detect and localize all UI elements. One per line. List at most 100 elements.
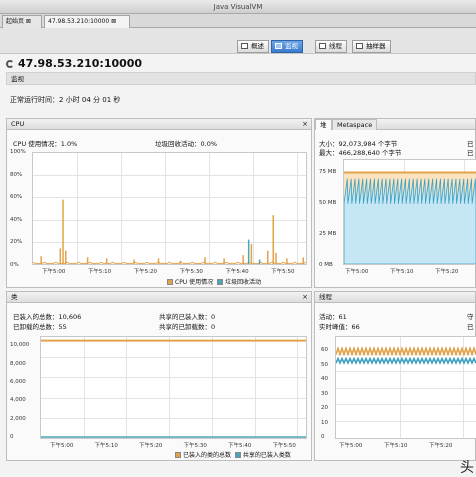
tab-heap[interactable]: 堆	[315, 119, 332, 130]
overview-icon	[241, 43, 248, 49]
classes-x-tick-label: 下午5:20	[139, 443, 163, 449]
tab-monitor-label: 监视	[285, 42, 298, 50]
threads-y-tick-label: 50	[321, 361, 328, 368]
threads-y-tick-label: 20	[321, 405, 328, 412]
classes-y-tick-label: 8,000	[10, 360, 26, 367]
peak-threads-value: 实时峰值：66	[319, 323, 360, 331]
cpu-y-tick-label: 40%	[10, 216, 23, 223]
classes-y-tick-label: 10,000	[10, 342, 30, 349]
window-title: Java VisualVM	[213, 3, 263, 11]
document-tab-bar: 起始页 ⊠ 47.98.53.210:10000 ⊠	[0, 14, 476, 28]
classes-chart	[40, 336, 307, 439]
tab-metaspace-label: Metaspace	[337, 121, 373, 129]
heap-chart-plot	[344, 171, 476, 264]
loaded-legend-label: 已装入的类的总数	[183, 452, 232, 459]
heap-x-tick-label: 下午5:10	[390, 269, 414, 275]
classes-close-icon[interactable]: ×	[302, 292, 308, 302]
classes-y-tick-label: 4,000	[10, 397, 26, 404]
heap-x-tick-label: 下午5:00	[345, 269, 369, 275]
live-threads-line	[336, 346, 476, 357]
cpu-chart-plot	[33, 199, 306, 264]
classes-y-tick-label: 6,000	[10, 378, 26, 385]
classes-panel-title: 类	[11, 293, 18, 301]
cpu-y-tick-label: 60%	[10, 194, 23, 201]
classes-x-tick-label: 下午5:50	[272, 443, 296, 449]
tab-remote-host[interactable]: 47.98.53.210:10000 ⊠	[44, 15, 130, 28]
heap-y-tick-label: 50 MB	[319, 199, 337, 206]
cpu-legend: CPU 使用情况 垃圾回收活动	[167, 277, 261, 286]
daemon-threads-line	[336, 356, 476, 365]
view-toolbar: 概述 监视 线程 抽样器	[0, 28, 476, 54]
tab-sampler-label: 抽样器	[366, 42, 386, 50]
tab-start-page[interactable]: 起始页 ⊠	[2, 15, 42, 28]
gc-legend-label: 垃圾回收活动	[224, 279, 261, 286]
refresh-icon[interactable]	[6, 60, 14, 68]
heap-x-tick-label: 下午5:20	[435, 269, 459, 275]
threads-chart	[335, 336, 476, 439]
threads-chart-plot	[336, 346, 476, 365]
cpu-x-tick-label: 下午5:00	[42, 269, 66, 275]
cpu-x-tick-label: 下午5:40	[225, 269, 249, 275]
tab-metaspace[interactable]: Metaspace	[332, 119, 378, 130]
cpu-close-icon[interactable]: ×	[302, 119, 308, 129]
heap-panel-header: 堆 Metaspace	[315, 119, 475, 130]
classes-y-tick-label: 0	[10, 434, 14, 440]
cpu-y-tick-label: 0%	[10, 262, 19, 268]
threads-panel-title: 线程	[319, 293, 332, 301]
classes-x-tick-label: 下午5:40	[228, 443, 252, 449]
heap-y-tick-label: 75 MB	[319, 168, 337, 175]
threads-x-tick-label: 下午5:20	[429, 443, 453, 449]
threads-y-tick-label: 0	[321, 434, 325, 440]
classes-panel: 类 × 已装入的总数：10,606 已卸载的总数：55 共享的已装入数：0 共享…	[6, 291, 312, 461]
classes-chart-plot	[41, 339, 306, 438]
cpu-legend-label: CPU 使用情况	[175, 279, 214, 286]
tab-overview-label: 概述	[251, 42, 264, 50]
tab-start-page-label: 起始页 ⊠	[6, 18, 31, 25]
cpu-x-tick-label: 下午5:20	[133, 269, 158, 275]
shared-legend-swatch	[234, 452, 241, 458]
cpu-x-tick-label: 下午5:50	[271, 269, 295, 275]
threads-panel: 线程 活动：61 实时峰值：66 守 已 60 50 40 30 20 10 0 下午5:0…	[314, 291, 476, 461]
tab-sampler[interactable]: 抽样器	[352, 40, 391, 53]
tab-monitor[interactable]: 监视	[271, 40, 303, 53]
classes-y-tick-label: 2,000	[10, 415, 26, 422]
classes-x-tick-label: 下午5:30	[183, 443, 207, 449]
cpu-panel-header: CPU ×	[7, 119, 311, 130]
loaded-legend-swatch	[175, 452, 181, 458]
live-threads-value: 活动：61	[319, 313, 347, 321]
shared-loaded-total: 共享的已装入数：0	[159, 313, 216, 321]
threads-panel-header: 线程	[315, 292, 475, 303]
heap-y-tick-label: 25 MB	[319, 230, 337, 237]
heap-y-tick-label: 0 MB	[319, 262, 333, 268]
tab-threads[interactable]: 线程	[315, 40, 347, 53]
watermark-glyph: 头	[460, 460, 474, 476]
host-address: 47.98.53.210:10000	[18, 57, 143, 70]
cpu-panel-title: CPU	[11, 120, 25, 128]
loaded-classes-total: 已装入的总数：10,606	[13, 313, 82, 321]
cpu-y-tick-label: 100%	[10, 149, 26, 155]
monitor-section-label: 监视	[11, 75, 24, 83]
heap-chart	[343, 159, 476, 265]
monitor-icon	[275, 43, 282, 49]
page-title: 47.98.53.210:10000	[6, 57, 142, 70]
cpu-chart	[32, 152, 307, 265]
sampler-icon	[356, 43, 363, 49]
threads-y-tick-label: 40	[321, 376, 328, 383]
tab-overview[interactable]: 概述	[237, 40, 269, 53]
threads-y-tick-label: 60	[321, 347, 328, 354]
heap-used-label-truncated-2: 已	[467, 149, 474, 157]
classes-panel-header: 类 ×	[7, 292, 311, 303]
tab-heap-label: 堆	[320, 121, 327, 129]
cpu-x-tick-label: 下午5:30	[179, 269, 203, 275]
daemon-label-truncated: 守	[467, 313, 474, 321]
gc-activity-value: 垃圾回收活动：0.0%	[155, 140, 218, 148]
threads-y-tick-label: 30	[321, 390, 328, 397]
unloaded-classes-total: 已卸载的总数：55	[13, 323, 67, 331]
classes-x-tick-label: 下午5:00	[50, 443, 74, 449]
cpu-usage-value: CPU 使用情况：1.0%	[13, 140, 78, 148]
heap-panel: 堆 Metaspace 大小：92,073,984 个字节 最大：466,288…	[314, 118, 476, 288]
heap-max-value: 最大：466,288,640 个字节	[319, 149, 402, 157]
started-label-truncated: 已	[467, 323, 474, 331]
shared-legend-label: 共享的已装入类数	[242, 452, 291, 459]
cpu-y-tick-label: 80%	[10, 171, 23, 178]
